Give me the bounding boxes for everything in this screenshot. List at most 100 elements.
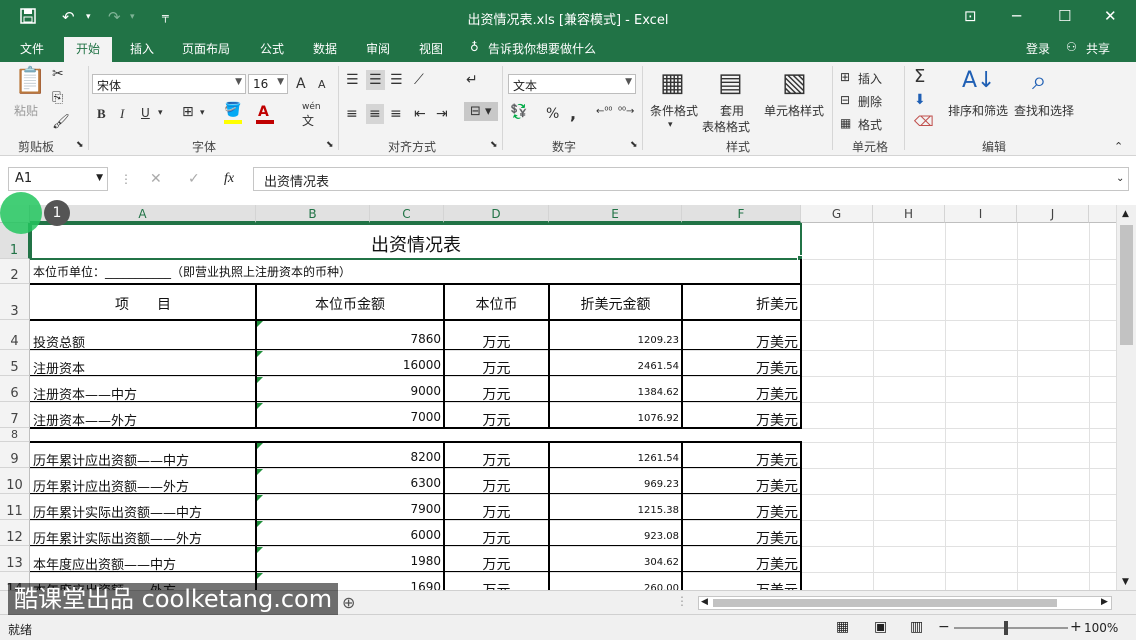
share-icon[interactable]: ⚇ [1066,40,1077,54]
clipboard-launcher-icon[interactable]: ⬊ [76,140,84,150]
page-layout-view-icon[interactable]: ▣ [874,619,887,635]
italic-button[interactable]: I [120,106,124,122]
amount-cell[interactable]: 7860 [256,332,444,346]
row-header[interactable]: 13 [0,546,30,572]
delete-cells-icon[interactable]: ⊟ [840,93,850,107]
tab-file[interactable]: 文件 [20,40,44,57]
row-header[interactable]: 5 [0,350,30,376]
close-button[interactable]: ✕ [1104,7,1117,25]
amount-cell[interactable]: 7900 [256,502,444,516]
col-header-k[interactable] [1089,205,1116,223]
error-indicator-icon[interactable] [257,469,263,475]
tab-page-layout[interactable]: 页面布局 [182,40,230,57]
row-header[interactable]: 12 [0,520,30,546]
currency-note[interactable]: 本位币单位：___________（即营业执照上注册资本的币种） [30,263,802,280]
error-indicator-icon[interactable] [257,573,263,579]
borders-icon[interactable]: ⊞ [182,104,194,120]
amount-cell[interactable]: 6300 [256,476,444,490]
col-header-j[interactable]: J [1017,205,1089,223]
wrap-text-icon[interactable]: ↵ [466,72,478,88]
col-header-i[interactable]: I [945,205,1017,223]
usd-amount-cell[interactable]: 1261.54 [549,450,682,464]
error-indicator-icon[interactable] [257,403,263,409]
percent-button[interactable]: % [546,106,559,122]
font-color-icon[interactable]: A [258,104,269,120]
tab-split-icon[interactable]: ⋮ [676,594,688,608]
cell-styles-button[interactable]: 单元格样式 [764,102,824,119]
col-header-h[interactable]: H [873,205,945,223]
tab-data[interactable]: 数据 [313,40,337,57]
fill-icon[interactable]: ⬇ [914,92,926,108]
header-usd-unit[interactable]: 折美元 [682,294,801,314]
col-header-c[interactable]: C [370,205,444,223]
increase-decimal-button[interactable]: ←⁰⁰ [596,106,612,117]
decrease-decimal-button[interactable]: ⁰⁰→ [618,106,634,117]
shrink-font-button[interactable]: A [318,78,326,91]
row-header[interactable]: 8 [0,428,30,442]
format-painter-icon[interactable]: 🖌 [52,114,70,130]
header-local-currency[interactable]: 本位币 [444,294,549,314]
sort-filter-icon[interactable]: A↓ [962,68,995,93]
usd-amount-cell[interactable]: 260.00 [549,580,682,590]
borders-dropdown-icon[interactable]: ▾ [200,108,205,118]
cut-icon[interactable]: ✂ [52,66,64,82]
row-header[interactable]: 11 [0,494,30,520]
merge-center-icon[interactable]: ⊟ ▾ [464,102,498,121]
col-header-b[interactable]: B [256,205,370,223]
scroll-down-icon[interactable]: ▼ [1122,577,1129,587]
unit-cell[interactable]: 万元 [444,580,549,590]
sheet-title[interactable]: 出资情况表 [30,231,802,257]
phonetic-icon[interactable]: wén 文 [302,102,321,129]
usd-amount-cell[interactable]: 2461.54 [549,358,682,372]
zoom-out-icon[interactable]: − [938,619,950,635]
grow-font-button[interactable]: A [296,76,306,92]
format-cells-button[interactable]: 格式 [858,116,882,133]
align-center-icon[interactable]: ≡ [366,104,384,124]
col-header-g[interactable]: G [801,205,873,223]
error-indicator-icon[interactable] [257,547,263,553]
usd-unit-cell[interactable]: 万美元 [682,580,801,590]
tab-home[interactable]: 开始 [64,37,113,62]
tab-insert[interactable]: 插入 [130,40,154,57]
font-name-select[interactable]: 宋体 ▼ [92,74,246,94]
error-indicator-icon[interactable] [257,321,263,327]
insert-cells-icon[interactable]: ⊞ [840,70,850,84]
conditional-format-icon[interactable]: ▦ [660,68,685,98]
row-header[interactable]: 3 [0,284,30,320]
fill-color-icon[interactable]: 🪣 [224,102,241,118]
vertical-scrollbar[interactable]: ▲ ▼ [1116,205,1136,590]
autosum-icon[interactable]: Σ [914,66,925,87]
amount-cell[interactable]: 6000 [256,528,444,542]
increase-indent-icon[interactable]: ⇥ [436,106,448,122]
scroll-left-icon[interactable]: ◀ [701,597,708,607]
row-header[interactable]: 7 [0,402,30,428]
vertical-scroll-thumb[interactable] [1120,225,1133,345]
comma-style-button[interactable]: , [570,104,576,123]
paste-button[interactable]: 粘贴 [14,102,38,119]
paste-icon[interactable]: 📋 [14,66,46,96]
align-bottom-icon[interactable]: ☰ [390,72,403,88]
row-header[interactable]: 6 [0,376,30,402]
table-format-button-line1[interactable]: 套用 [720,102,744,119]
amount-cell[interactable]: 8200 [256,450,444,464]
login-link[interactable]: 登录 [1026,40,1050,57]
collapse-ribbon-icon[interactable]: ⌃ [1114,140,1123,153]
underline-button[interactable]: U [141,106,150,120]
amount-cell[interactable]: 9000 [256,384,444,398]
alignment-launcher-icon[interactable]: ⬊ [490,140,498,150]
orientation-icon[interactable]: ⟋ [414,72,424,88]
format-cells-icon[interactable]: ▦ [840,116,851,130]
font-size-select[interactable]: 16 ▼ [248,74,288,94]
align-top-icon[interactable]: ☰ [346,72,359,88]
error-indicator-icon[interactable] [257,495,263,501]
col-header-f[interactable]: F [682,205,801,223]
table-format-icon[interactable]: ▤ [718,68,743,98]
number-format-select[interactable]: 文本 ▼ [508,74,636,94]
delete-cells-button[interactable]: 删除 [858,93,882,110]
amount-cell[interactable]: 7000 [256,410,444,424]
minimize-button[interactable]: ─ [1012,7,1021,25]
horizontal-scrollbar[interactable]: ◀ ▶ [698,596,1112,610]
amount-cell[interactable]: 1980 [256,554,444,568]
usd-amount-cell[interactable]: 969.23 [549,476,682,490]
zoom-slider[interactable] [954,627,1068,629]
